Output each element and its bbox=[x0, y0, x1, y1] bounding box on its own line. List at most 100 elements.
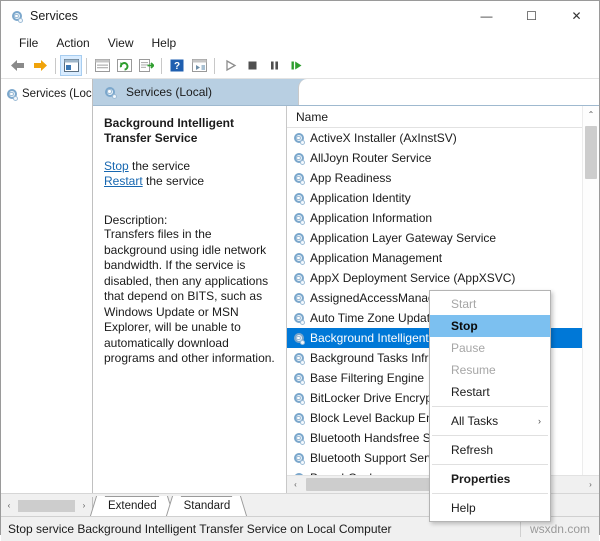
forward-arrow-icon[interactable] bbox=[29, 55, 51, 76]
start-service-icon[interactable] bbox=[219, 55, 241, 76]
pause-service-icon[interactable] bbox=[263, 55, 285, 76]
context-menu-item-label: Start bbox=[451, 297, 477, 311]
vertical-scroll-thumb[interactable] bbox=[585, 126, 597, 179]
pane-header-curve bbox=[298, 79, 599, 105]
stop-service-suffix: the service bbox=[128, 159, 191, 173]
service-name-label: Application Information bbox=[310, 211, 433, 225]
context-menu-item-label: Stop bbox=[451, 319, 478, 333]
properties-icon[interactable] bbox=[188, 55, 210, 76]
tree-scroll-right-button[interactable]: › bbox=[76, 501, 92, 510]
context-menu: Start Stop Pause Resume Restart All Tasks › Ref… bbox=[429, 290, 551, 522]
pane-header: Services (Local) bbox=[93, 79, 599, 106]
help-icon[interactable]: ? bbox=[166, 55, 188, 76]
table-row[interactable]: Application Layer Gateway Service bbox=[287, 228, 599, 248]
tree-horizontal-scrollbar[interactable]: ‹ › bbox=[1, 497, 93, 514]
table-row[interactable]: Application Management bbox=[287, 248, 599, 268]
service-name-label: AllJoyn Router Service bbox=[310, 151, 432, 165]
toolbar-separator-4 bbox=[214, 57, 215, 74]
menu-help[interactable]: Help bbox=[143, 34, 186, 52]
list-column-header: Name bbox=[287, 106, 599, 128]
description-label: Description: bbox=[104, 213, 168, 227]
menu-view[interactable]: View bbox=[99, 34, 143, 52]
context-menu-item-all-tasks[interactable]: All Tasks › bbox=[430, 410, 550, 432]
svg-text:?: ? bbox=[174, 61, 180, 72]
services-gear-icon bbox=[292, 212, 305, 225]
vertical-scrollbar[interactable]: ⌃ ⌄ bbox=[582, 106, 599, 493]
services-gear-icon bbox=[292, 372, 305, 385]
tree-item-services-local[interactable]: Services (Loca bbox=[1, 84, 92, 104]
back-arrow-icon[interactable] bbox=[7, 55, 29, 76]
menu-action[interactable]: Action bbox=[47, 34, 98, 52]
scroll-right-button[interactable]: › bbox=[582, 476, 599, 493]
window-title: Services bbox=[30, 9, 78, 23]
context-menu-item-label: Refresh bbox=[451, 443, 494, 457]
services-gear-icon bbox=[292, 232, 305, 245]
services-gear-icon bbox=[292, 412, 305, 425]
description-text: Transfers files in the background using … bbox=[104, 227, 275, 365]
services-gear-icon bbox=[292, 312, 305, 325]
close-button[interactable]: ✕ bbox=[554, 1, 599, 31]
scroll-up-button[interactable]: ⌃ bbox=[583, 106, 599, 123]
toolbar-separator-3 bbox=[161, 57, 162, 74]
refresh-icon[interactable] bbox=[113, 55, 135, 76]
table-row[interactable]: Application Information bbox=[287, 208, 599, 228]
export-list-icon[interactable] bbox=[91, 55, 113, 76]
services-gear-icon bbox=[292, 432, 305, 445]
tab-extended[interactable]: Extended bbox=[98, 496, 166, 516]
services-gear-icon bbox=[292, 192, 305, 205]
context-menu-item-label: Resume bbox=[451, 363, 496, 377]
services-gear-icon bbox=[292, 352, 305, 365]
column-header-name[interactable]: Name bbox=[287, 110, 599, 124]
window-controls: — ☐ ✕ bbox=[464, 1, 599, 31]
services-gear-icon bbox=[10, 10, 23, 23]
service-name-label: App Readiness bbox=[310, 171, 392, 185]
service-name-label: Application Layer Gateway Service bbox=[310, 231, 497, 245]
export-icon[interactable] bbox=[135, 55, 157, 76]
maximize-button[interactable]: ☐ bbox=[509, 1, 554, 31]
table-row[interactable]: ActiveX Installer (AxInstSV) bbox=[287, 128, 599, 148]
tree-item-label: Services (Loca bbox=[22, 88, 92, 100]
service-name-label: Base Filtering Engine bbox=[310, 371, 425, 385]
restart-service-link[interactable]: Restart bbox=[104, 174, 143, 188]
context-menu-item-properties[interactable]: Properties bbox=[430, 468, 550, 490]
services-gear-icon bbox=[5, 88, 18, 101]
context-menu-separator bbox=[432, 406, 548, 407]
context-menu-item-label: Help bbox=[451, 501, 476, 515]
show-hide-console-tree-icon[interactable] bbox=[60, 55, 82, 76]
stop-service-icon[interactable] bbox=[241, 55, 263, 76]
tab-standard[interactable]: Standard bbox=[173, 496, 240, 516]
scroll-left-button[interactable]: ‹ bbox=[287, 476, 304, 493]
service-name-label: AppX Deployment Service (AppXSVC) bbox=[310, 271, 516, 285]
context-menu-item-label: Restart bbox=[451, 385, 490, 399]
stop-service-line: Stop the service bbox=[104, 159, 277, 174]
stop-service-link[interactable]: Stop bbox=[104, 159, 129, 173]
watermark: wsxdn.com bbox=[529, 522, 590, 536]
context-menu-item-stop[interactable]: Stop bbox=[430, 315, 550, 337]
services-gear-icon bbox=[292, 252, 305, 265]
menu-bar: File Action View Help bbox=[1, 32, 599, 53]
table-row[interactable]: AppX Deployment Service (AppXSVC) bbox=[287, 268, 599, 288]
context-menu-item-restart[interactable]: Restart bbox=[430, 381, 550, 403]
context-menu-separator bbox=[432, 464, 548, 465]
table-row[interactable]: AllJoyn Router Service bbox=[287, 148, 599, 168]
context-menu-item-pause: Pause bbox=[430, 337, 550, 359]
service-name-label: Auto Time Zone Updater bbox=[310, 311, 441, 325]
services-window: Services — ☐ ✕ File Action View Help ? S… bbox=[0, 0, 600, 541]
restart-service-suffix: the service bbox=[142, 174, 205, 188]
menu-file[interactable]: File bbox=[10, 34, 47, 52]
context-menu-item-refresh[interactable]: Refresh bbox=[430, 439, 550, 461]
table-row[interactable]: App Readiness bbox=[287, 168, 599, 188]
context-menu-item-start: Start bbox=[430, 293, 550, 315]
context-menu-item-resume: Resume bbox=[430, 359, 550, 381]
service-name-label: Application Identity bbox=[310, 191, 411, 205]
table-row[interactable]: Application Identity bbox=[287, 188, 599, 208]
context-menu-separator bbox=[432, 435, 548, 436]
context-menu-item-help[interactable]: Help bbox=[430, 497, 550, 519]
title-bar: Services — ☐ ✕ bbox=[1, 1, 599, 32]
toolbar-separator-2 bbox=[86, 57, 87, 74]
minimize-button[interactable]: — bbox=[464, 1, 509, 31]
view-tabs: Extended Standard bbox=[93, 494, 240, 516]
tree-scroll-left-button[interactable]: ‹ bbox=[1, 501, 17, 510]
tree-scroll-thumb[interactable] bbox=[18, 499, 75, 512]
restart-service-icon[interactable] bbox=[285, 55, 307, 76]
